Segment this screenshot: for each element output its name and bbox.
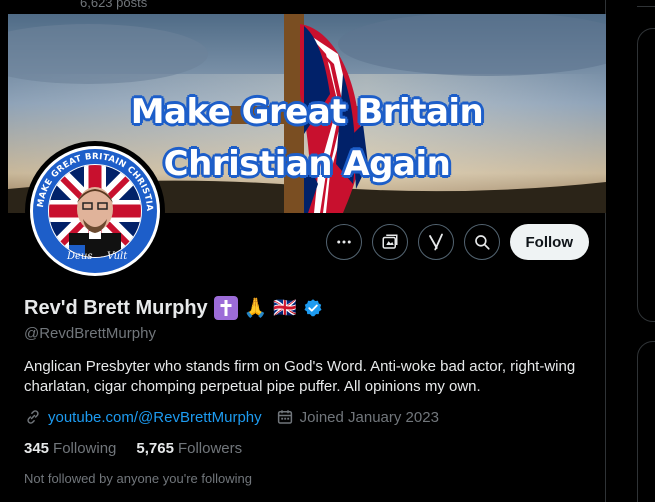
follow-stats: 345 Following 5,765 Followers (24, 440, 242, 457)
avatar-motto-right: Vult (107, 251, 128, 262)
followers-label: Followers (177, 440, 243, 457)
search-icon (474, 235, 490, 250)
calendar-icon (276, 408, 294, 426)
following-label: Following (53, 440, 117, 457)
joined-date: Joined January 2023 (299, 408, 439, 426)
link-icon (27, 410, 39, 424)
cross-emoji-icon (213, 296, 238, 320)
subscribe-icon (382, 234, 397, 249)
followers-link[interactable]: 5,765 Followers (136, 440, 242, 457)
display-name: Rev'd Brett Murphy (24, 296, 208, 319)
sidebar-card (637, 28, 655, 322)
profile-actions: Follow (325, 224, 589, 260)
uk-flag-emoji-icon: 🇬🇧 (273, 297, 298, 319)
sidebar-card (637, 341, 655, 502)
profile-handle: @RevdBrettMurphy (24, 325, 156, 342)
more-horizontal-icon (336, 240, 351, 244)
following-count: 345 (24, 440, 50, 457)
avatar-image: MAKE GREAT BRITAIN CHRISTIAN AGAIN Deus … (29, 145, 160, 276)
sidebar-divider (637, 6, 655, 7)
pray-emoji-icon: 🙏 (243, 297, 268, 319)
subscribe-button[interactable] (371, 224, 408, 260)
website-link[interactable]: youtube.com/@RevBrettMurphy (48, 409, 262, 426)
avatar[interactable]: MAKE GREAT BRITAIN CHRISTIAN AGAIN Deus … (25, 141, 165, 281)
profile-column: 6,623 posts Make Great Britain Christian… (8, 0, 606, 502)
followed-by-note: Not followed by anyone you're following (24, 471, 252, 486)
grok-icon (428, 233, 443, 251)
name-row: Rev'd Brett Murphy 🙏 🇬🇧 (24, 296, 323, 320)
following-link[interactable]: 345 Following (24, 440, 116, 457)
profile-meta: youtube.com/@RevBrettMurphy Joined Janua… (24, 408, 439, 426)
followers-count: 5,765 (136, 440, 174, 457)
follow-button[interactable]: Follow (509, 224, 589, 260)
verified-badge-icon[interactable] (303, 298, 323, 318)
grok-button[interactable] (417, 224, 454, 260)
posts-count: 6,623 posts (80, 0, 148, 10)
avatar-motto-left: Deus (66, 251, 93, 262)
search-button[interactable] (463, 224, 500, 260)
more-button[interactable] (325, 224, 362, 260)
profile-bio: Anglican Presbyter who stands firm on Go… (24, 358, 576, 395)
banner-text-line1: Make Great Britain (130, 92, 484, 132)
